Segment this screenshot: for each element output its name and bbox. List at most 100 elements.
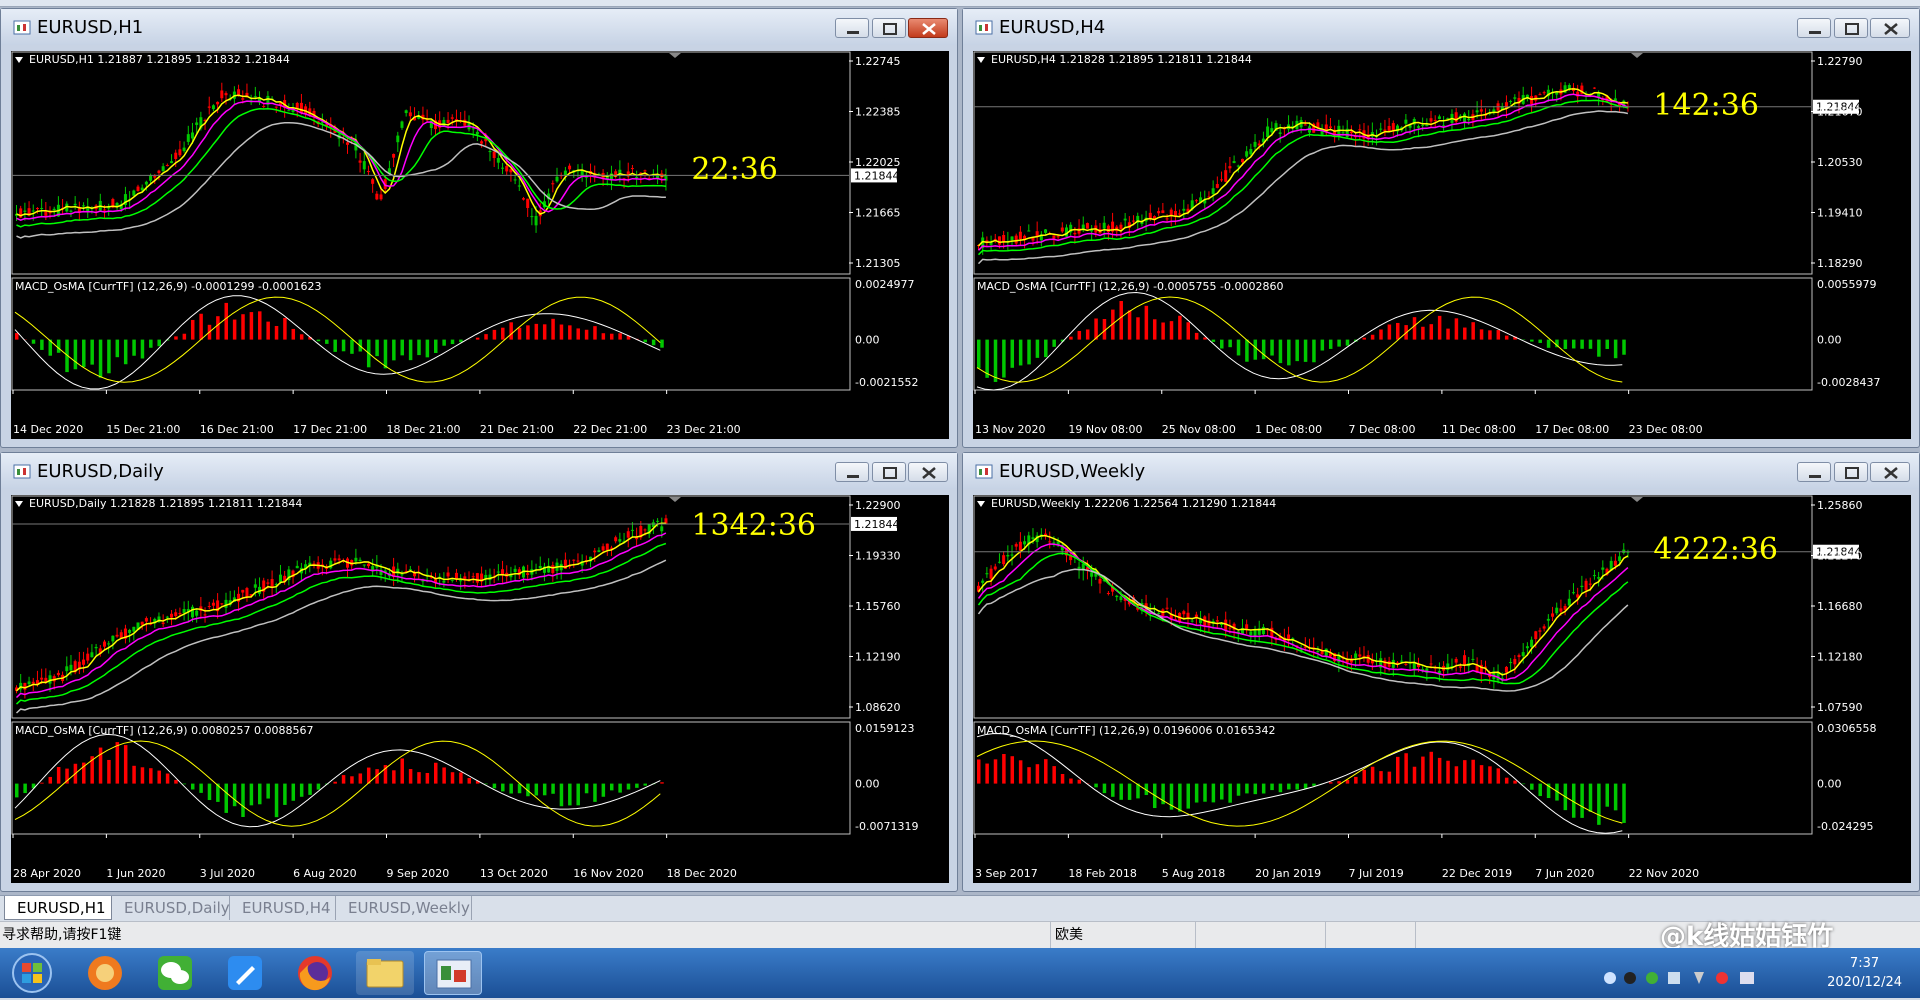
osc-frame [12, 722, 850, 834]
chart-window-h4[interactable]: EURUSD,H4 1.21844EURUSD,H4 1.21828 1.218… [962, 8, 1920, 448]
price-chart[interactable]: 1.21844EURUSD,Weekly 1.22206 1.22564 1.2… [973, 495, 1911, 883]
candle [392, 154, 395, 158]
candle [1455, 659, 1458, 663]
tab-eurusd-h1[interactable]: EURUSD,H1 [4, 896, 112, 920]
candle [1593, 88, 1596, 89]
firefox-icon[interactable] [286, 951, 344, 995]
candle [1572, 592, 1575, 593]
osma-histogram-bar [1212, 784, 1216, 803]
chart-menu-icon[interactable] [977, 501, 985, 507]
osma-histogram-bar [1421, 327, 1425, 340]
candle [1358, 654, 1361, 656]
tab-eurusd-daily[interactable]: EURUSD,Daily [112, 896, 230, 920]
osma-histogram-bar [451, 340, 455, 344]
osma-histogram-bar [266, 784, 270, 799]
window-titlebar[interactable]: EURUSD,Daily [1, 453, 957, 489]
minimize-button[interactable] [1797, 18, 1831, 38]
candle [220, 603, 223, 604]
macd-line [977, 297, 1622, 382]
firefox-alt-icon[interactable] [76, 951, 134, 995]
minimize-button[interactable] [1797, 462, 1831, 482]
oscillator-header: MACD_OsMA [CurrTF] (12,26,9) -0.0005755 … [977, 280, 1283, 293]
candle [1350, 132, 1353, 134]
osma-histogram-bar [1002, 754, 1006, 784]
pen-icon[interactable] [216, 951, 274, 995]
candle [1555, 608, 1558, 614]
osma-histogram-bar [1069, 337, 1073, 340]
tab-eurusd-weekly[interactable]: EURUSD,Weekly [336, 896, 472, 920]
maximize-button[interactable] [872, 462, 906, 482]
candle [1476, 110, 1479, 112]
osma-histogram-bar [426, 773, 430, 784]
chart-canvas[interactable]: 1.21844EURUSD,H4 1.21828 1.21895 1.21811… [973, 51, 1911, 439]
candle [1404, 120, 1407, 124]
chart-canvas[interactable]: 1.21844EURUSD,H1 1.21887 1.21895 1.21832… [11, 51, 949, 439]
candle [1107, 226, 1110, 232]
maximize-button[interactable] [872, 18, 906, 38]
close-button[interactable] [1870, 18, 1910, 38]
folder-icon[interactable] [356, 951, 414, 995]
close-button[interactable] [1870, 462, 1910, 482]
chart-menu-icon[interactable] [15, 57, 23, 63]
candle [451, 580, 454, 581]
osma-histogram-bar [1530, 340, 1534, 342]
candle [338, 558, 341, 560]
price-chart[interactable]: 1.21844EURUSD,H4 1.21828 1.21895 1.21811… [973, 51, 1911, 439]
window-titlebar[interactable]: EURUSD,H1 [1, 9, 957, 45]
close-button[interactable] [908, 462, 948, 482]
osma-histogram-bar [1337, 340, 1341, 347]
candle [1090, 572, 1093, 576]
clock[interactable]: 7:372020/12/24 [1827, 954, 1902, 992]
maximize-button[interactable] [1834, 462, 1868, 482]
macd-line [15, 741, 660, 826]
minimize-button[interactable] [835, 18, 869, 38]
candle [82, 660, 85, 665]
osma-histogram-bar [1597, 340, 1601, 357]
minimize-button[interactable] [835, 462, 869, 482]
chart-header-quote: EURUSD,Weekly 1.22206 1.22564 1.21290 1.… [991, 497, 1276, 510]
moving-average-line [979, 111, 1628, 264]
wechat-icon[interactable] [146, 951, 204, 995]
osma-histogram-bar [1329, 782, 1333, 783]
chart-window-d1[interactable]: EURUSD,Daily 1.21844EURUSD,Daily 1.21828… [0, 452, 958, 892]
candle [254, 584, 257, 587]
osma-histogram-bar [132, 340, 136, 356]
osc-axis-label: 0.0159123 [855, 722, 915, 735]
chart-canvas[interactable]: 1.21844EURUSD,Weekly 1.22206 1.22564 1.2… [973, 495, 1911, 883]
chart-menu-icon[interactable] [977, 57, 985, 63]
tab-eurusd-h4[interactable]: EURUSD,H4 [230, 896, 336, 920]
osma-histogram-bar [459, 773, 463, 784]
price-axis-label: 1.22025 [855, 156, 901, 169]
osma-histogram-bar [484, 334, 488, 339]
time-axis-label: 3 Sep 2017 [975, 867, 1038, 880]
price-chart[interactable]: 1.21844EURUSD,H1 1.21887 1.21895 1.21832… [11, 51, 949, 439]
osma-histogram-bar [543, 784, 547, 796]
candle [1400, 661, 1403, 662]
candle [300, 103, 303, 113]
window-titlebar[interactable]: EURUSD,H4 [963, 9, 1919, 45]
chart-canvas[interactable]: 1.21844EURUSD,Daily 1.21828 1.21895 1.21… [11, 495, 949, 883]
start-orb-icon[interactable] [4, 951, 60, 995]
time-axis-label: 22 Dec 2019 [1442, 867, 1512, 880]
metatrader-icon[interactable] [424, 951, 482, 995]
candle [23, 211, 26, 212]
candle [656, 521, 659, 522]
osma-histogram-bar [1321, 340, 1325, 351]
chart-menu-icon[interactable] [15, 501, 23, 507]
osma-histogram-bar [417, 340, 421, 355]
candle [279, 575, 282, 582]
window-titlebar[interactable]: EURUSD,Weekly [963, 453, 1919, 489]
osma-histogram-bar [1522, 784, 1526, 785]
time-axis-label: 28 Apr 2020 [13, 867, 81, 880]
candle [212, 603, 215, 606]
osma-histogram-bar [1270, 784, 1274, 790]
close-button[interactable] [908, 18, 948, 38]
osma-histogram-bar [551, 319, 555, 340]
chart-window-h1[interactable]: EURUSD,H1 1.21844EURUSD,H1 1.21887 1.218… [0, 8, 958, 448]
tray-icons[interactable] [1600, 948, 1800, 998]
price-chart[interactable]: 1.21844EURUSD,Daily 1.21828 1.21895 1.21… [11, 495, 949, 883]
candle [57, 673, 60, 675]
maximize-button[interactable] [1834, 18, 1868, 38]
chart-window-w1[interactable]: EURUSD,Weekly 1.21844EURUSD,Weekly 1.222… [962, 452, 1920, 892]
candle [484, 575, 487, 579]
